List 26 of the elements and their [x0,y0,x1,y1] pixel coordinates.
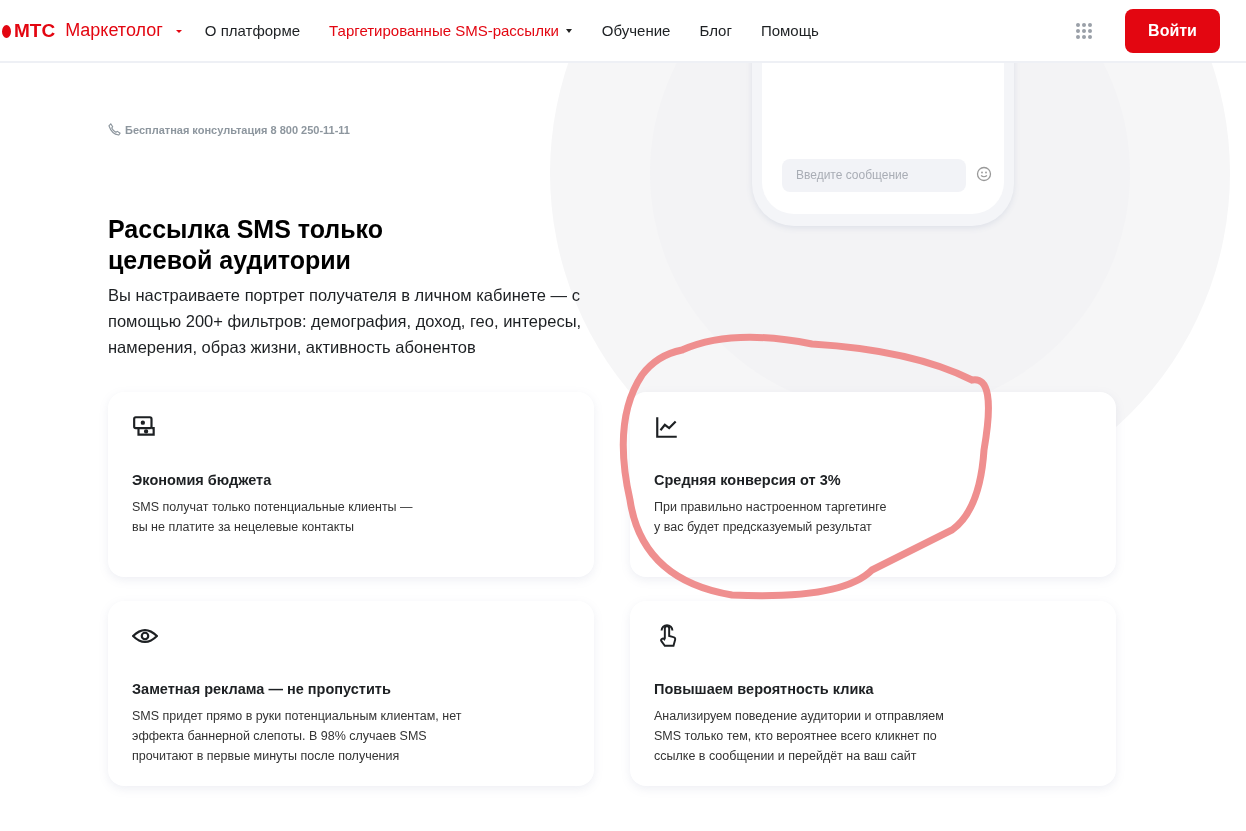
nav-link[interactable]: Таргетированные SMS-рассылки [329,22,573,39]
feature-title: Средняя конверсия от 3% [654,472,842,488]
nav-link[interactable]: О платформе [204,22,301,39]
feature-description: SMS получат только потенциальные клиенты — вы не платите за нецелевые контакты [132,499,414,536]
feature-description: При правильно настроенном таргетинге у вас будет предсказуемый результат [654,499,888,536]
caret-icon[interactable] [174,27,183,34]
message-input-field: Введите сообщение [782,159,966,192]
consultation-text[interactable]: Бесплатная консультация 8 800 250-11-11 [125,123,350,136]
nav-link[interactable]: Блог [699,22,732,39]
caret-icon [564,27,573,34]
nav-link[interactable]: Помощь [760,22,819,39]
nav-link[interactable]: Обучение [601,22,671,39]
logo[interactable]: МТС [2,19,56,42]
line-chart-icon [654,414,680,440]
page-subtitle: Вы настраиваете портрет получателя в личном кабинете — с помощью 200+ фильтров: демография, доход, гео, интересы, намерения, образ жизни, активность абонентов [108,285,583,358]
page-title: Рассылка SMS только целевой аудитории [108,214,385,276]
feature-title: Заметная реклама — не пропустить [132,681,392,697]
feature-description: SMS придет прямо в руки потенциальным клиентам, нет эффекта баннерной слепоты. В 98% случаев SMS прочитают в первые минуты после получения [132,708,463,765]
feature-title: Экономия бюджета [132,472,273,488]
apps-grid-icon[interactable] [1075,21,1093,40]
smiley-icon [976,166,992,182]
login-button[interactable]: Войти [1125,8,1220,53]
feature-description: Анализируем поведение аудитории и отправляем SMS только тем, кто вероятнее всего кликнет по ссылке в сообщении и перейдёт на ваш сайт [654,708,945,765]
phone-icon [108,123,121,136]
product-name[interactable]: Маркетолог [65,20,163,41]
feature-title: Повышаем вероятность клика [654,681,875,697]
